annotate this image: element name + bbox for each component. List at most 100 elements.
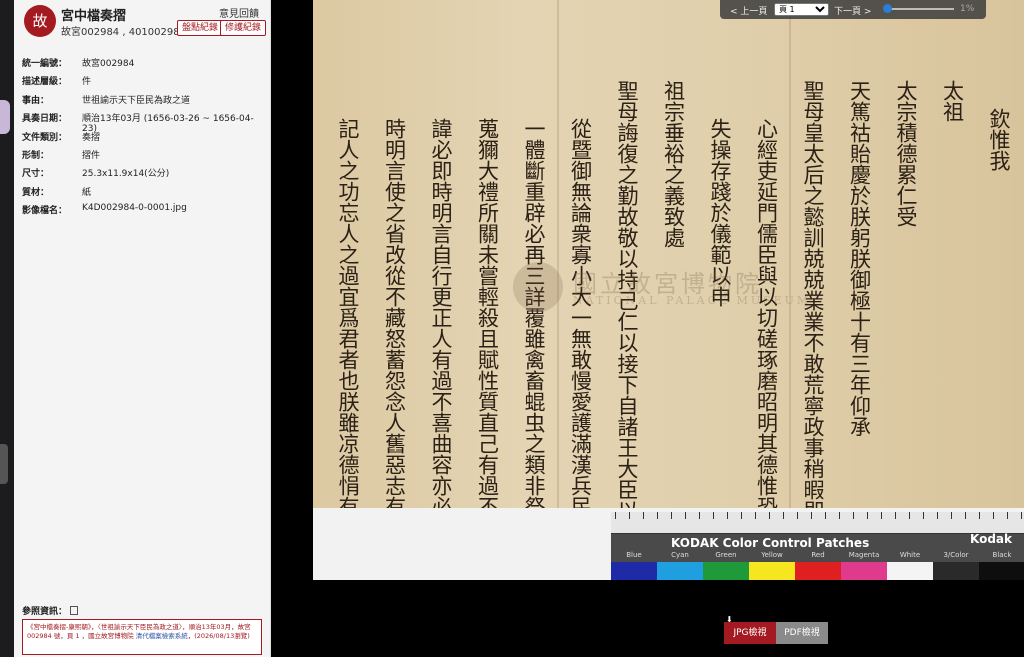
inventory-record-button[interactable]: 盤點紀錄: [177, 20, 224, 36]
zoom-slider-knob[interactable]: [882, 4, 892, 13]
field-value: 奏摺: [82, 132, 101, 143]
zoom-level: 1%: [960, 4, 975, 14]
color-patch: [749, 562, 795, 580]
jpg-view-button[interactable]: JPG檢視: [724, 622, 776, 644]
color-target-label: KODAK Color Control Patches: [671, 536, 870, 550]
copy-icon[interactable]: [70, 606, 79, 615]
text-column: 諱必即時明言自行更正人有過不喜曲容亦必即: [429, 118, 453, 538]
ruler-tick: [657, 512, 658, 519]
text-column: 聖母誨復之勤故敬以持己仁以接下自諸王大臣以及侍: [615, 80, 639, 563]
ruler-tick: [825, 512, 826, 519]
sidebar-header: 故 宮中檔奏摺 故宮002984 , 401002984 意見回饋 盤點紀錄 修…: [14, 0, 271, 46]
edge-scrollbar[interactable]: [0, 444, 8, 484]
watermark: 國立故宮博物院 NATIONAL PALACE MUSEUM: [513, 262, 993, 312]
color-patch: [657, 562, 703, 580]
ruler-tick: [881, 512, 882, 519]
metadata-fields: 統一編號： 故宮002984 描述層級： 件 事由： 世祖諭示天下臣民為政之道 具奏日…: [22, 56, 267, 222]
ruler-tick: [909, 512, 910, 519]
ruler-tick: [1021, 512, 1022, 519]
ruler-tick: [839, 512, 840, 519]
text-column: 記人之功忘人之過宜爲君者也朕雖凉德悁有忘: [336, 118, 360, 538]
text-column: 蒐獮大禮所關未嘗輕殺且賦性質直己有過不肯隱: [475, 118, 500, 559]
left-edge-strip: [0, 0, 14, 657]
field-row: 事由： 世祖諭示天下臣民為政之道: [22, 93, 267, 111]
metadata-sidebar: 故 宮中檔奏摺 故宮002984 , 401002984 意見回饋 盤點紀錄 修…: [14, 0, 271, 657]
field-row: 描述層級： 件: [22, 74, 267, 92]
field-value: K4D002984-0-0001.jpg: [82, 203, 187, 214]
patch-name: 3/Color: [943, 551, 969, 559]
ruler-tick: [797, 512, 798, 519]
patch-name: Blue: [626, 551, 642, 559]
patch-name: Yellow: [761, 551, 783, 559]
ruler-tick: [923, 512, 924, 519]
repair-record-button[interactable]: 修護紀錄: [220, 20, 267, 36]
pdf-view-button[interactable]: PDF檢視: [776, 622, 828, 644]
text-column: 太宗積德累仁受: [894, 80, 918, 227]
color-patch: [887, 562, 933, 580]
patch-name: Black: [992, 551, 1012, 559]
ruler-tick: [1007, 512, 1008, 519]
text-column: 太祖: [940, 80, 965, 122]
reference-citation: 《宮中檔奏摺-康熙朝》，〈世祖諭示天下臣民為政之道〉，順治13年03月，故宮00…: [22, 619, 262, 655]
patch-names: Blue Cyan Green Yellow Red Magenta White 3/Colo…: [611, 551, 1024, 561]
field-row: 具奏日期： 順治13年03月 (1656-03-26 ~ 1656-04-23): [22, 111, 267, 134]
text-column: 從暨御無論衆寡小大一無敢慢愛護滿漢兵民視同: [568, 118, 593, 559]
ruler-tick: [671, 512, 672, 519]
ruler-tick: [769, 512, 770, 519]
ruler-tick: [713, 512, 714, 519]
ruler-tick: [699, 512, 700, 519]
color-patch: [795, 562, 841, 580]
ruler-tick: [629, 512, 630, 519]
ruler-tick: [741, 512, 742, 519]
field-value: 25.3x11.9x14(公分): [82, 169, 170, 180]
page-select[interactable]: 頁 1: [774, 3, 829, 16]
ruler-tick: [643, 512, 644, 519]
ruler-tick: [685, 512, 686, 519]
edge-tab[interactable]: [0, 100, 10, 134]
field-key: 描述層級：: [22, 77, 68, 88]
ruler-tick: [811, 512, 812, 519]
field-value: 摺件: [82, 150, 101, 161]
ruler-tick: [965, 512, 966, 519]
page-fold: [789, 0, 791, 508]
page-fold: [557, 0, 559, 508]
prev-page-button[interactable]: < 上一頁: [730, 4, 767, 17]
ruler-tick: [615, 512, 616, 519]
color-patch: [703, 562, 749, 580]
field-key: 形制：: [22, 150, 50, 161]
ruler-tick: [783, 512, 784, 519]
ruler-tick: [867, 512, 868, 519]
patch-name: Green: [715, 551, 737, 559]
ruler-tick: [951, 512, 952, 519]
item-identifier: 故宮002984 , 401002984: [61, 27, 186, 38]
field-key: 文件類別：: [22, 132, 68, 143]
zoom-slider[interactable]: [884, 8, 954, 10]
text-column: 心經吏延門儒臣與以切磋琢磨昭明其德惟恐稍: [754, 118, 779, 538]
field-key: 尺寸：: [22, 169, 50, 180]
patch-name: Red: [811, 551, 825, 559]
text-column: 一體斷重辟必再三詳覆雖禽畜蜫虫之類非祭祀: [522, 118, 546, 538]
field-key: 質材：: [22, 187, 50, 198]
archive-system-link[interactable]: 清代檔案檢索系統: [136, 632, 188, 640]
field-row: 質材： 紙: [22, 185, 267, 203]
patch-name: White: [899, 551, 921, 559]
feedback-link[interactable]: 意見回饋: [219, 5, 259, 20]
next-page-button[interactable]: 下一頁 >: [834, 4, 871, 17]
field-row: 形制： 摺件: [22, 148, 267, 166]
ruler-tick: [727, 512, 728, 519]
field-key: 影像檔名：: [22, 206, 68, 217]
page-toolbar: < 上一頁 頁 1 下一頁 > 1%: [720, 0, 986, 19]
watermark-en: NATIONAL PALACE MUSEUM: [573, 294, 812, 307]
ruler-tick: [937, 512, 938, 519]
field-row: 文件類別： 奏摺: [22, 130, 267, 148]
field-row: 統一編號： 故宮002984: [22, 56, 267, 74]
ruler-tick: [755, 512, 756, 519]
field-value: 世祖諭示天下臣民為政之道: [82, 95, 191, 106]
kodak-logo: Kodak: [970, 532, 1012, 546]
field-key: 具奏日期：: [22, 114, 68, 125]
field-row: 影像檔名： K4D002984-0-0001.jpg: [22, 203, 267, 221]
document-image: 欽惟我 太祖 太宗積德累仁受 天篤祜貽慶於朕躬朕御極十有三年仰承 聖母皇太后之懿訓兢兢業…: [313, 0, 1024, 563]
color-patches: [611, 562, 1024, 580]
text-column: 欽惟我: [987, 108, 1011, 171]
image-viewer[interactable]: 欽惟我 太祖 太宗積德累仁受 天篤祜貽慶於朕躬朕御極十有三年仰承 聖母皇太后之懿訓兢兢業…: [313, 0, 1024, 580]
